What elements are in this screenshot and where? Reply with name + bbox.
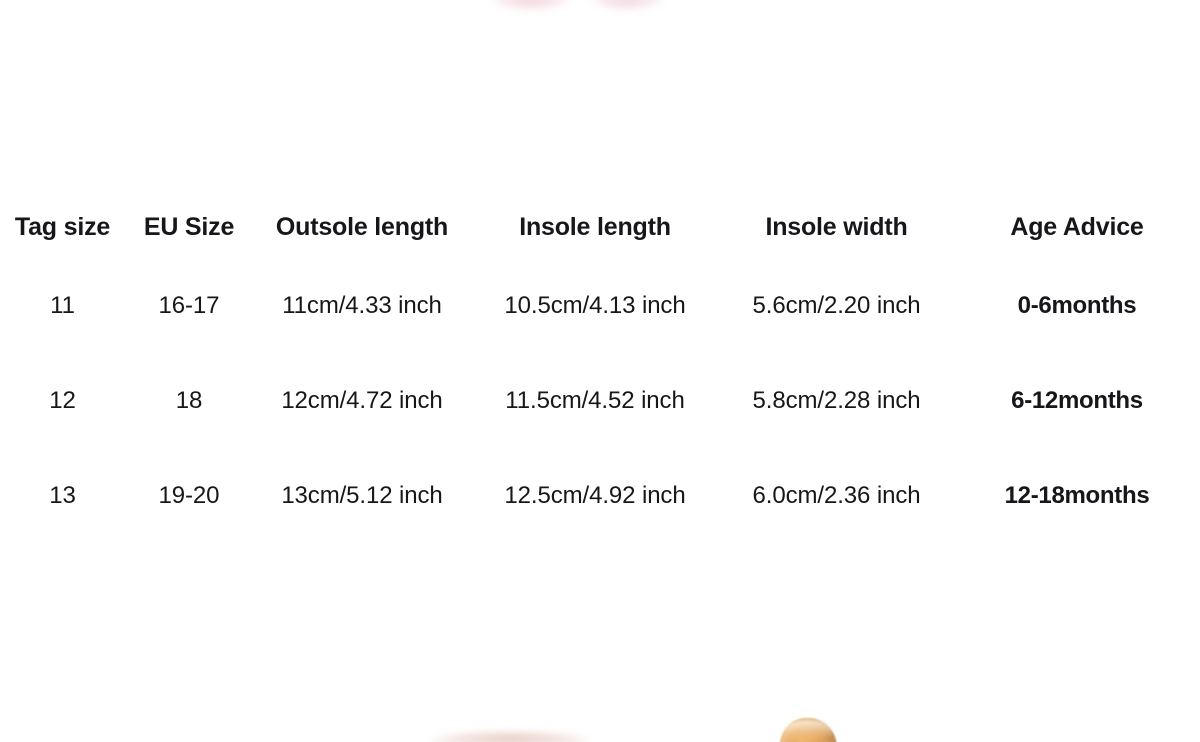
size-chart-page: Tag size EU Size Outsole length Insole l… xyxy=(0,0,1200,742)
cell-tag-size: 13 xyxy=(49,481,76,509)
column-header-age-advice: Age Advice xyxy=(1010,212,1144,241)
table-row: 13 19-20 13cm/5.12 inch 12.5cm/4.92 inch… xyxy=(0,448,1200,543)
cell-insole-width: 6.0cm/2.36 inch xyxy=(752,481,921,509)
table-row: 12 18 12cm/4.72 inch 11.5cm/4.52 inch 5.… xyxy=(0,353,1200,448)
cell-age-advice: 6-12months xyxy=(1011,386,1143,414)
product-photo-blush-left xyxy=(488,0,574,8)
column-header-insole-width: Insole width xyxy=(765,212,908,241)
column-header-tag-size: Tag size xyxy=(14,212,111,241)
column-header-eu-size: EU Size xyxy=(143,212,235,241)
cell-insole-width: 5.6cm/2.20 inch xyxy=(752,291,921,319)
cell-age-advice: 12-18months xyxy=(1004,481,1150,509)
cell-insole-length: 11.5cm/4.52 inch xyxy=(505,386,685,414)
cell-tag-size: 11 xyxy=(50,291,75,319)
cell-outsole-length: 13cm/5.12 inch xyxy=(281,481,443,509)
size-chart-table: Tag size EU Size Outsole length Insole l… xyxy=(0,196,1200,543)
column-header-insole-length: Insole length xyxy=(519,212,671,241)
cell-eu-size: 19-20 xyxy=(158,481,220,509)
size-chart-table-container: Tag size EU Size Outsole length Insole l… xyxy=(0,196,1200,543)
cell-outsole-length: 11cm/4.33 inch xyxy=(282,291,442,319)
cell-eu-size: 18 xyxy=(175,386,203,414)
product-photo-blush-right xyxy=(588,0,666,8)
cell-outsole-length: 12cm/4.72 inch xyxy=(281,386,443,414)
table-row: 11 16-17 11cm/4.33 inch 10.5cm/4.13 inch… xyxy=(0,258,1200,353)
cell-insole-length: 10.5cm/4.13 inch xyxy=(504,291,686,319)
cell-insole-width: 5.8cm/2.28 inch xyxy=(752,386,921,414)
cell-insole-length: 12.5cm/4.92 inch xyxy=(504,481,686,509)
cell-eu-size: 16-17 xyxy=(158,291,220,319)
cell-tag-size: 12 xyxy=(49,386,76,414)
column-header-outsole-length: Outsole length xyxy=(275,212,449,241)
bottom-product-photo-strip xyxy=(0,702,1200,742)
table-header-row: Tag size EU Size Outsole length Insole l… xyxy=(0,196,1200,258)
product-photo-tan-shoe xyxy=(779,718,837,742)
cell-age-advice: 0-6months xyxy=(1017,291,1137,319)
top-product-photo-strip xyxy=(0,0,1200,26)
product-photo-shadow xyxy=(430,732,590,742)
